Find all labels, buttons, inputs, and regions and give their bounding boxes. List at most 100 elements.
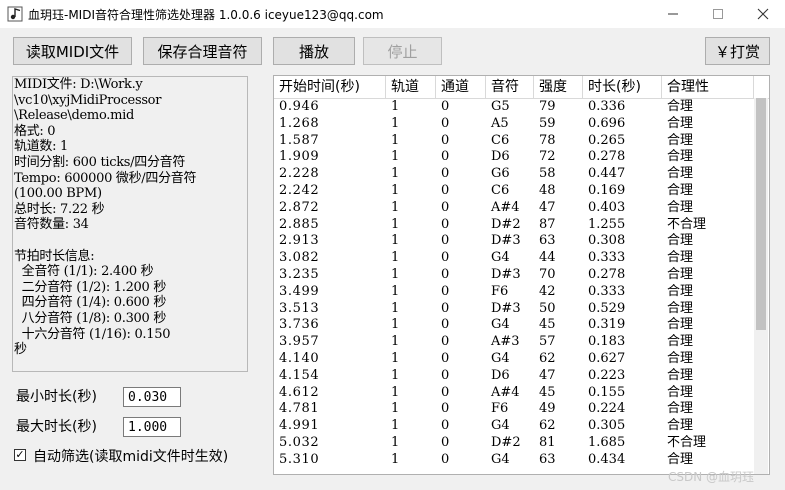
table-cell: 2.872: [279, 199, 320, 215]
table-cell: 0.223: [588, 367, 626, 383]
table-cell: 0: [441, 149, 450, 165]
table-cell: 合理: [667, 199, 694, 215]
min-duration-input[interactable]: [123, 387, 181, 407]
table-row[interactable]: 2.242 1 0 C6 48 0.169 合理: [274, 183, 754, 200]
table-row[interactable]: 4.781 1 0 F6 49 0.224 合理: [274, 401, 754, 418]
table-cell: 0.224: [588, 401, 626, 417]
column-header[interactable]: 合理性: [662, 76, 754, 98]
table-cell: 合理: [667, 384, 694, 400]
table-row[interactable]: 3.082 1 0 G4 44 0.333 合理: [274, 250, 754, 267]
table-cell: 合理: [667, 99, 694, 114]
column-header[interactable]: 轨道: [386, 76, 436, 98]
table-cell: 2.228: [279, 166, 320, 182]
table-row[interactable]: 2.885 1 0 D#2 87 1.255 不合理: [274, 217, 754, 234]
table-cell: D6: [491, 367, 510, 383]
table-cell: 0.319: [588, 317, 626, 333]
table-cell: G4: [491, 351, 510, 366]
info-line: 秒: [14, 342, 27, 358]
close-icon: [757, 8, 768, 20]
column-header[interactable]: 时长(秒): [583, 76, 662, 98]
table-cell: G5: [491, 99, 510, 114]
table-cell: 78: [539, 132, 556, 148]
title-bar: 血玥珏-MIDI音符合理性筛选处理器 1.0.0.6 iceyue123@qq.…: [0, 0, 785, 28]
table-cell: F6: [491, 283, 509, 299]
scrollbar-thumb[interactable]: [756, 98, 766, 330]
table-cell: 4.781: [279, 401, 320, 417]
vertical-scrollbar[interactable]: [754, 98, 768, 474]
table-row[interactable]: 3.499 1 0 F6 42 0.333 合理: [274, 284, 754, 301]
table-cell: 合理: [667, 334, 694, 350]
table-cell: 0.336: [588, 99, 626, 114]
minimize-icon: [667, 13, 678, 15]
table-row[interactable]: 4.612 1 0 A#4 45 0.155 合理: [274, 385, 754, 402]
table-cell: D6: [491, 149, 510, 165]
table-row[interactable]: 2.872 1 0 A#4 47 0.403 合理: [274, 200, 754, 217]
table-cell: 0: [441, 317, 450, 333]
table-cell: G4: [491, 418, 510, 434]
info-line: 八分音符 (1/8): 0.300 秒: [14, 310, 167, 326]
table-cell: 0.333: [588, 283, 626, 299]
column-header[interactable]: 通道: [436, 76, 486, 98]
play-button[interactable]: 播放: [273, 37, 355, 65]
info-line: 二分音符 (1/2): 1.200 秒: [14, 279, 167, 295]
table-row[interactable]: 5.032 1 0 D#2 81 1.685 不合理: [274, 435, 754, 452]
minimize-button[interactable]: [650, 0, 695, 28]
midi-info-panel: MIDI文件: D:\Work.y \vc10\xyjMidiProcessor \…: [12, 76, 248, 372]
table-cell: 不合理: [667, 435, 707, 450]
table-cell: 47: [539, 367, 556, 383]
save-notes-button[interactable]: 保存合理音符: [143, 37, 262, 65]
auto-filter-checkbox[interactable]: ✓: [14, 449, 26, 461]
table-cell: G4: [491, 317, 510, 333]
notes-table[interactable]: 开始时间(秒) 轨道 通道 音符 强度 时长(秒) 合理性 0.946 1 0 G5 79 0.336…: [273, 75, 770, 475]
column-header[interactable]: 强度: [534, 76, 583, 98]
table-cell: 70: [539, 267, 556, 282]
close-button[interactable]: [740, 0, 785, 28]
table-cell: 0: [441, 300, 450, 316]
table-cell: 3.736: [279, 317, 320, 333]
table-row[interactable]: 4.991 1 0 G4 62 0.305 合理: [274, 418, 754, 435]
table-cell: 1: [391, 283, 400, 299]
table-row[interactable]: 0.946 1 0 G5 79 0.336 合理: [274, 99, 754, 116]
table-cell: 1.685: [588, 435, 626, 450]
table-cell: 0.529: [588, 300, 626, 316]
load-midi-button[interactable]: 读取MIDI文件: [13, 37, 132, 65]
table-row[interactable]: 1.587 1 0 C6 78 0.265 合理: [274, 133, 754, 150]
table-cell: 合理: [667, 132, 694, 148]
maximize-button[interactable]: [695, 0, 740, 28]
table-cell: 1: [391, 418, 400, 434]
table-row[interactable]: 4.154 1 0 D6 47 0.223 合理: [274, 368, 754, 385]
column-header[interactable]: 开始时间(秒): [274, 76, 386, 98]
table-row[interactable]: 3.513 1 0 D#3 50 0.529 合理: [274, 301, 754, 318]
max-duration-input[interactable]: [123, 417, 181, 437]
table-cell: 合理: [667, 451, 694, 467]
table-cell: 1: [391, 435, 400, 450]
table-cell: 0.627: [588, 351, 626, 366]
table-row[interactable]: 2.228 1 0 G6 58 0.447 合理: [274, 166, 754, 183]
donate-button[interactable]: ￥打赏: [705, 37, 770, 65]
table-row[interactable]: 5.310 1 0 G4 63 0.434 合理: [274, 452, 754, 469]
table-cell: 0.183: [588, 334, 626, 350]
table-cell: D#3: [491, 233, 521, 249]
table-cell: 0.403: [588, 199, 626, 215]
table-row[interactable]: 2.913 1 0 D#3 63 0.308 合理: [274, 233, 754, 250]
table-row[interactable]: 3.736 1 0 G4 45 0.319 合理: [274, 317, 754, 334]
table-cell: 72: [539, 149, 556, 165]
column-header[interactable]: 音符: [486, 76, 534, 98]
table-cell: 0: [441, 216, 450, 232]
table-row[interactable]: 1.909 1 0 D6 72 0.278 合理: [274, 149, 754, 166]
table-cell: 合理: [667, 115, 694, 131]
auto-filter-label[interactable]: 自动筛选(读取midi文件时生效): [33, 446, 228, 466]
table-cell: 0.155: [588, 384, 626, 400]
table-cell: 合理: [667, 250, 694, 266]
table-row[interactable]: 3.235 1 0 D#3 70 0.278 合理: [274, 267, 754, 284]
info-line: 十六分音符 (1/16): 0.150: [14, 326, 171, 342]
table-cell: 1: [391, 351, 400, 366]
table-cell: 1.268: [279, 115, 320, 131]
table-row[interactable]: 3.957 1 0 A#3 57 0.183 合理: [274, 334, 754, 351]
table-cell: 0: [441, 99, 450, 114]
table-cell: 59: [539, 115, 556, 131]
table-cell: 49: [539, 401, 556, 417]
table-row[interactable]: 4.140 1 0 G4 62 0.627 合理: [274, 351, 754, 368]
table-cell: 合理: [667, 351, 694, 366]
table-row[interactable]: 1.268 1 0 A5 59 0.696 合理: [274, 116, 754, 133]
